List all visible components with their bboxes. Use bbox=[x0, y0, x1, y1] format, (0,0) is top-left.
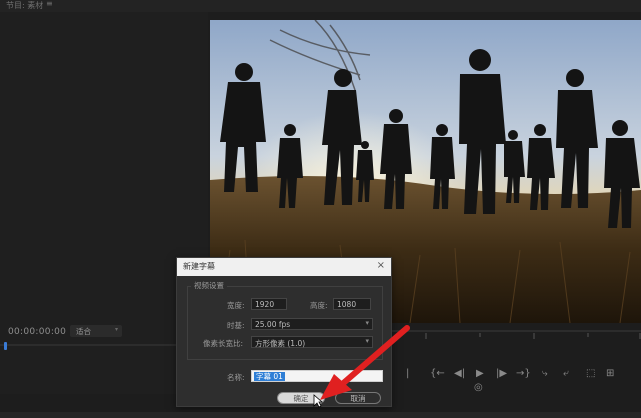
height-field[interactable]: 1080 bbox=[333, 298, 371, 310]
width-label: 宽度: bbox=[227, 301, 245, 310]
chevron-down-icon: ▾ bbox=[365, 337, 369, 345]
extract-icon[interactable]: ⤶ bbox=[563, 368, 569, 379]
dialog-titlebar[interactable]: 新建字幕 × bbox=[177, 258, 391, 276]
close-icon[interactable]: × bbox=[377, 260, 385, 271]
mark-in-icon[interactable]: | bbox=[406, 368, 409, 379]
pixel-aspect-value: 方形像素 (1.0) bbox=[255, 339, 306, 348]
export-frame-icon[interactable]: ⬚ bbox=[586, 368, 595, 379]
ok-button[interactable]: 确定 bbox=[277, 392, 325, 404]
play-icon[interactable]: ▶ bbox=[476, 368, 484, 379]
step-forward-icon[interactable]: |▶ bbox=[496, 368, 507, 379]
panel-header bbox=[0, 0, 641, 12]
name-label: 名称: bbox=[227, 373, 245, 382]
cancel-button[interactable]: 取消 bbox=[335, 392, 381, 404]
timebase-label: 时基: bbox=[227, 321, 245, 330]
name-value-selected: 字幕 01 bbox=[254, 372, 285, 381]
source-zoom-value: 适合 bbox=[76, 327, 91, 336]
source-zoom-dropdown[interactable]: 适合 ▾ bbox=[70, 325, 122, 337]
bottom-scrollbar[interactable] bbox=[0, 412, 641, 418]
source-timecode[interactable]: 00:00:00:00 bbox=[8, 327, 66, 337]
camera-icon[interactable]: ◎ bbox=[474, 382, 483, 393]
pixel-aspect-label: 像素长宽比: bbox=[203, 339, 244, 348]
height-label: 高度: bbox=[310, 301, 328, 310]
dialog-title: 新建字幕 bbox=[183, 262, 215, 271]
button-editor-icon[interactable]: ⊞ bbox=[606, 368, 614, 379]
source-playhead[interactable] bbox=[4, 342, 7, 350]
panel-menu-icon[interactable]: ≡ bbox=[46, 0, 53, 8]
timebase-value: 25.00 fps bbox=[255, 320, 291, 329]
chevron-down-icon: ▾ bbox=[365, 319, 369, 327]
name-input[interactable]: 字幕 01 bbox=[251, 370, 383, 382]
go-to-out-icon[interactable]: →} bbox=[516, 368, 531, 379]
lift-icon[interactable]: ⤷ bbox=[542, 368, 548, 379]
new-title-dialog: 新建字幕 × 视频设置 宽度: 1920 高度: 1080 时基: 25.00 … bbox=[176, 257, 392, 407]
timebase-select[interactable]: 25.00 fps ▾ bbox=[251, 318, 373, 330]
step-back-icon[interactable]: ◀| bbox=[454, 368, 465, 379]
panel-tab-label[interactable]: 节目: 素材 bbox=[6, 0, 43, 11]
go-to-in-icon[interactable]: {← bbox=[430, 368, 445, 379]
width-field[interactable]: 1920 bbox=[251, 298, 287, 310]
video-settings-label: 视频设置 bbox=[191, 280, 227, 291]
chevron-down-icon: ▾ bbox=[114, 326, 118, 333]
pixel-aspect-select[interactable]: 方形像素 (1.0) ▾ bbox=[251, 336, 373, 348]
